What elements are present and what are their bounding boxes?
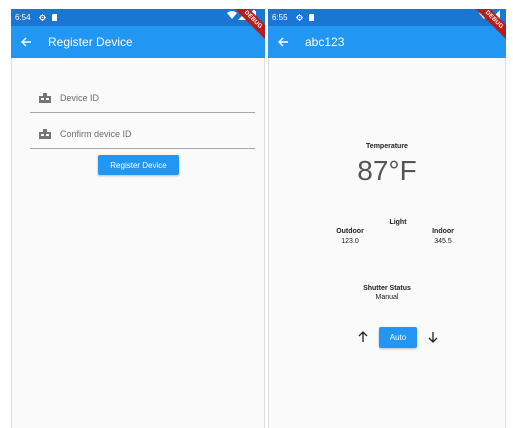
settings-gear-icon — [295, 14, 303, 21]
register-screen: 6:54 Register Device Device ID Confirm d… — [11, 9, 265, 428]
indoor-label: Indoor — [432, 228, 454, 235]
screenshot: 6:54 Register Device Device ID Confirm d… — [0, 0, 513, 428]
back-arrow-icon[interactable] — [20, 36, 32, 48]
wifi-icon — [227, 11, 237, 19]
app-bar: abc123 — [268, 26, 506, 58]
device-icon — [39, 92, 51, 103]
shutter-status-label: Shutter Status — [363, 285, 411, 292]
auto-button[interactable]: Auto — [379, 327, 417, 348]
sd-card-icon — [308, 14, 314, 21]
arrow-up-icon[interactable] — [356, 330, 370, 344]
device-screen: 6:55 abc123 Temperature 87°F Light Outdo… — [268, 9, 506, 428]
phone-edge — [264, 9, 265, 428]
temperature-value: 87°F — [357, 155, 417, 186]
page-title: Register Device — [48, 35, 133, 49]
arrow-down-icon[interactable] — [426, 330, 440, 344]
outdoor-label: Outdoor — [336, 228, 364, 235]
status-bar: 6:55 — [268, 9, 506, 26]
confirm-device-id-input[interactable] — [60, 128, 230, 139]
shutter-status-value: Manual — [375, 294, 399, 301]
app-bar: Register Device — [11, 26, 265, 58]
device-id-input[interactable] — [60, 92, 230, 103]
device-id-field[interactable] — [30, 83, 255, 113]
register-device-button[interactable]: Register Device — [98, 155, 179, 175]
outdoor-value: 123.0 — [341, 238, 359, 245]
back-arrow-icon[interactable] — [277, 36, 289, 48]
phone-edge — [11, 9, 12, 428]
status-time: 6:54 — [15, 13, 31, 22]
status-bar: 6:54 — [11, 9, 265, 26]
phone-edge — [505, 9, 506, 428]
temperature-label: Temperature — [366, 143, 408, 150]
device-icon — [39, 128, 51, 139]
confirm-device-id-field[interactable] — [30, 119, 255, 149]
page-title: abc123 — [305, 35, 345, 49]
indoor-value: 345.5 — [434, 238, 452, 245]
light-label: Light — [389, 219, 407, 226]
sd-card-icon — [51, 14, 57, 21]
status-time: 6:55 — [272, 13, 288, 22]
settings-gear-icon — [38, 14, 46, 21]
phone-edge — [268, 9, 269, 428]
